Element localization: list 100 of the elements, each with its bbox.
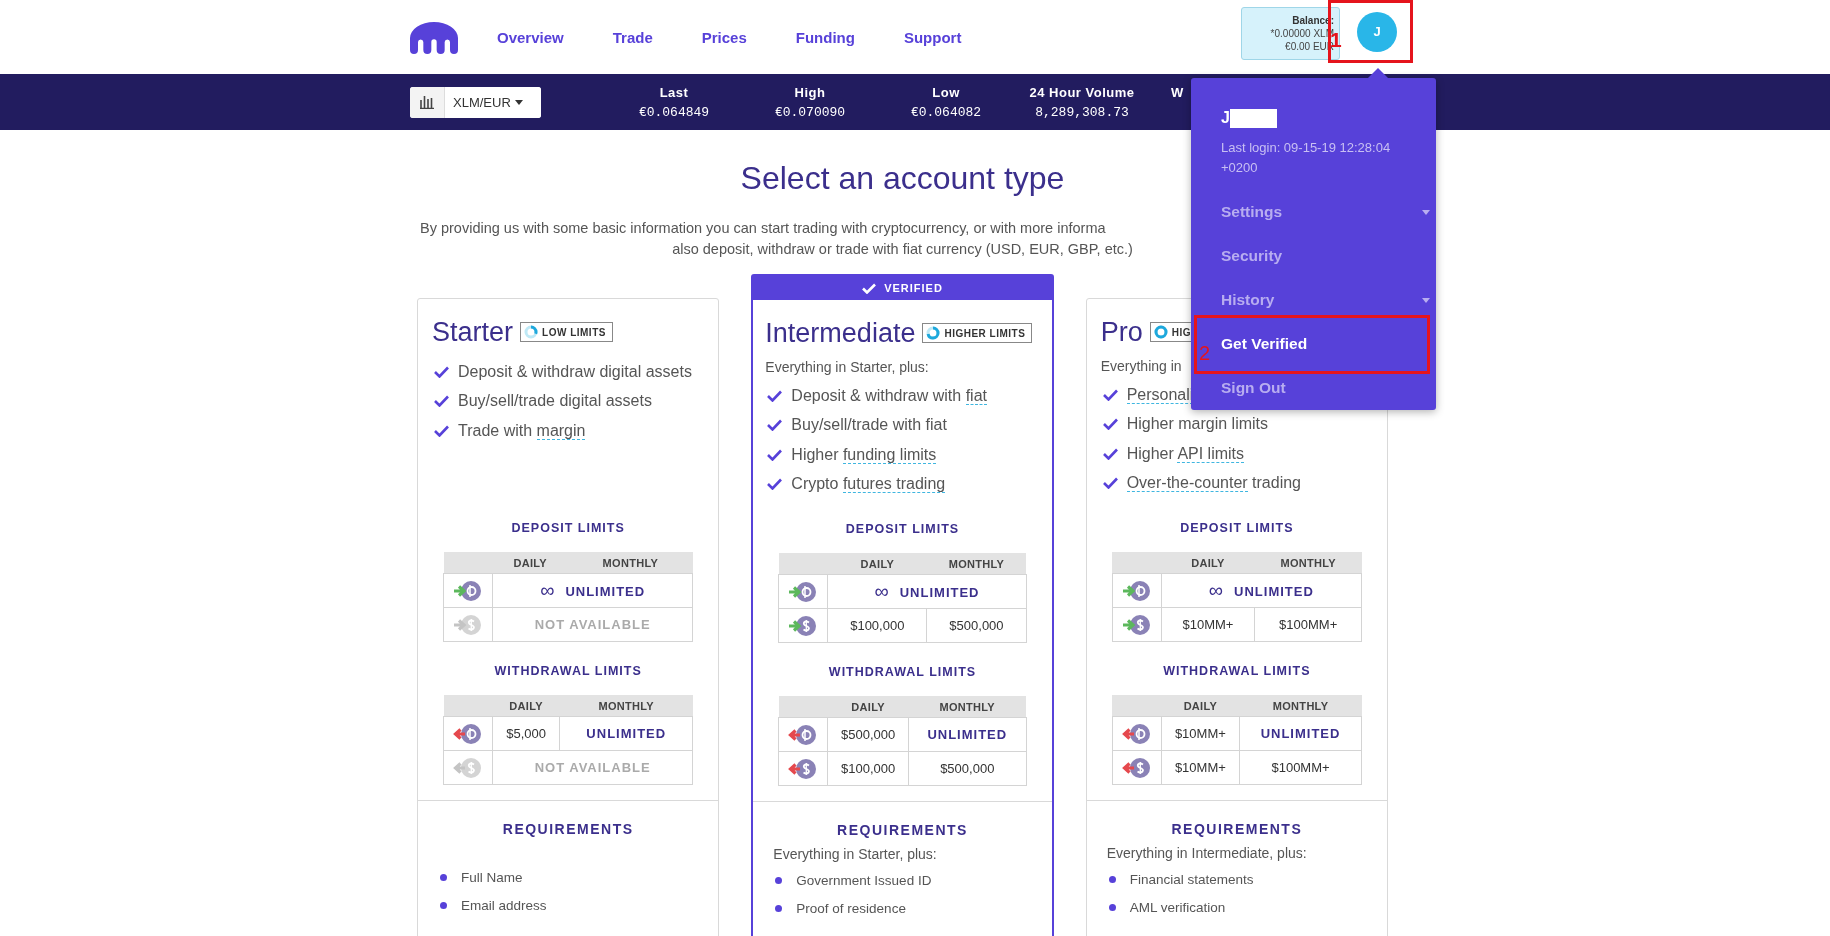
table-cell: NOT AVAILABLE — [492, 607, 693, 642]
table-cell: ∞ UNLIMITED — [492, 573, 693, 608]
column-header: MONTHLY — [1239, 695, 1362, 717]
table-cell: $10MM+ — [1161, 750, 1240, 785]
feature-text: Higher margin limits — [1126, 415, 1269, 434]
table-cell: $100,000 — [827, 751, 909, 786]
nav-link[interactable]: Support — [903, 28, 962, 46]
feature-text: Crypto futures trading — [791, 475, 946, 494]
table-cell: $100MM+ — [1254, 607, 1362, 642]
column-header: DAILY — [492, 552, 568, 574]
feature-text: Higher funding limits — [791, 445, 937, 464]
section-heading: REQUIREMENTS — [1170, 821, 1304, 837]
check-icon — [767, 419, 783, 432]
check-icon — [767, 389, 783, 402]
features-intro: Everything in — [1100, 358, 1183, 374]
table-cell: UNLIMITED — [559, 716, 693, 751]
feature-text: Higher API limits — [1126, 444, 1245, 463]
check-icon — [767, 478, 783, 491]
feature-text: Buy/sell/trade with fiat — [791, 416, 947, 435]
banner-label: VERIFIED — [884, 282, 943, 294]
feature-text: Deposit & withdraw with fiat — [791, 386, 987, 405]
annotation-number: 2 — [1199, 342, 1211, 364]
check-icon — [1102, 388, 1118, 401]
check-icon — [434, 365, 449, 378]
plan-name: Intermediate — [765, 317, 916, 350]
table-cell: $500,000 — [827, 717, 909, 752]
bullet-icon — [775, 876, 783, 884]
feature-text: Over-the-counter trading — [1126, 474, 1301, 493]
requirement-text: Government Issued ID — [796, 872, 932, 888]
requirement-text: Full Name — [461, 869, 523, 885]
nav-link[interactable]: Funding — [795, 28, 855, 46]
requirement-text: Financial statements — [1129, 871, 1254, 887]
plan-name: Pro — [1100, 316, 1143, 349]
check-icon — [434, 395, 449, 408]
bullet-icon — [775, 905, 783, 913]
plan-name: Starter — [432, 316, 514, 349]
stat-label: High — [794, 84, 826, 100]
caret-icon — [514, 99, 523, 105]
stat-label: Last — [659, 84, 689, 100]
requirement-text: Proof of residence — [796, 901, 906, 917]
table-cell: ∞ UNLIMITED — [827, 574, 1027, 609]
column-header: MONTHLY — [1254, 552, 1362, 574]
requirements-intro: Everything in Intermediate, plus: — [1106, 845, 1308, 861]
bar-chart-icon — [420, 95, 434, 109]
last-login-text: Last login: 09-15-19 12:28:04 +0200 — [1221, 139, 1392, 177]
table-cell: $500,000 — [926, 608, 1027, 643]
section-heading: DEPOSIT LIMITS — [510, 521, 626, 535]
chart-toggle-button[interactable] — [410, 86, 444, 118]
table-cell: $10MM+ — [1161, 716, 1240, 751]
bullet-icon — [440, 873, 447, 881]
column-header: DAILY — [1161, 695, 1240, 717]
section-heading: REQUIREMENTS — [836, 822, 969, 838]
column-header: MONTHLY — [559, 695, 693, 717]
requirement-text: AML verification — [1129, 900, 1226, 916]
stat-value: €0.064082 — [910, 104, 982, 120]
bullet-icon — [440, 902, 447, 910]
intro-text: By providing us with some basic information you can start trading with cryptocurrency, or with more informa — [419, 219, 1106, 238]
feature-text: Deposit & withdraw digital assets — [458, 362, 692, 381]
check-icon — [1102, 447, 1118, 460]
feature-text: Trade with margin — [458, 421, 586, 440]
nav-link[interactable]: Prices — [701, 28, 747, 46]
nav-link[interactable]: Trade — [612, 28, 653, 46]
table-cell: $500,000 — [908, 751, 1027, 786]
pair-select-button[interactable]: XLM/EUR — [444, 86, 541, 118]
stat-value: 8,289,308.73 — [1035, 104, 1129, 120]
table-cell: NOT AVAILABLE — [492, 750, 693, 785]
table-cell: UNLIMITED — [1239, 716, 1362, 751]
intro-text: also deposit, withdraw or trade with fiat currency (USD, EUR, GBP, etc.) — [672, 240, 1133, 259]
features-intro: Everything in Starter, plus: — [765, 359, 930, 375]
stat-value: €0.064849 — [638, 104, 710, 120]
column-header: MONTHLY — [567, 552, 693, 574]
bullet-icon — [1108, 875, 1116, 883]
section-heading: REQUIREMENTS — [501, 821, 635, 837]
column-header: DAILY — [1161, 552, 1255, 574]
table-cell: $5,000 — [492, 716, 560, 751]
check-icon — [862, 282, 877, 294]
page-title: Select an account type — [740, 159, 1065, 198]
stat-value: €0.070090 — [774, 104, 846, 120]
check-icon — [1102, 477, 1118, 490]
column-header: DAILY — [827, 553, 927, 575]
requirement-text: Email address — [461, 898, 547, 914]
stat-label: Low — [932, 84, 960, 100]
stat-label: 24 Hour Volume — [1029, 84, 1135, 100]
menu-item[interactable]: Get Verified — [1221, 335, 1308, 353]
column-header: DAILY — [492, 695, 560, 717]
nav-link[interactable]: Overview — [497, 28, 564, 46]
logo-icon[interactable] — [410, 22, 458, 54]
table-cell: ∞ UNLIMITED — [1161, 573, 1362, 608]
badge-label: HIGHER LIMITS — [944, 327, 1026, 339]
section-heading: DEPOSIT LIMITS — [844, 522, 961, 536]
stat-label: W — [1171, 84, 1184, 100]
table-cell: UNLIMITED — [908, 717, 1027, 752]
badge-label: LOW LIMITS — [542, 326, 606, 338]
ring-icon — [524, 325, 539, 339]
column-header: MONTHLY — [908, 696, 1027, 718]
bullet-icon — [1108, 904, 1116, 912]
ring-icon — [926, 326, 941, 340]
table-cell: $100MM+ — [1239, 750, 1362, 785]
section-heading: WITHDRAWAL LIMITS — [1162, 664, 1312, 678]
user-name: J — [1221, 109, 1230, 127]
